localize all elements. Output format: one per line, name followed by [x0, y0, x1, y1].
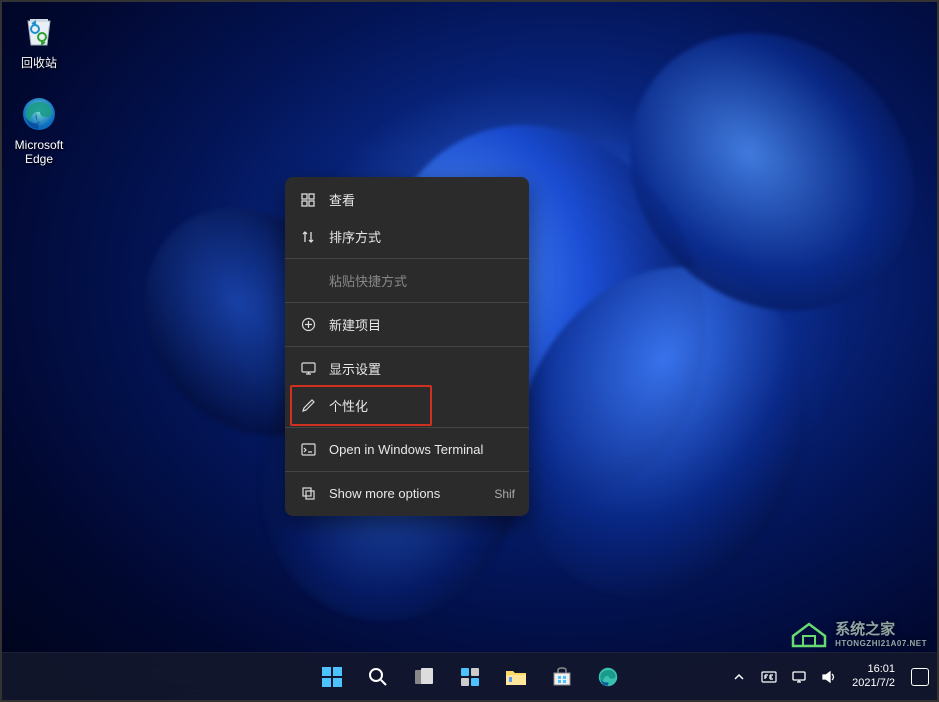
sort-icon [299, 228, 317, 246]
chevron-up-icon [733, 671, 745, 683]
system-tray: 16:01 2021/7/2 [728, 657, 929, 697]
menu-item-label: Open in Windows Terminal [329, 442, 483, 457]
menu-item-label: 显示设置 [329, 359, 381, 378]
menu-separator [285, 427, 529, 428]
menu-item-display-settings[interactable]: 显示设置 [285, 350, 529, 387]
desktop-icon-recycle-bin[interactable]: 回收站 [2, 10, 76, 71]
menu-item-label: 新建项目 [329, 315, 381, 334]
store-icon [551, 666, 573, 688]
menu-item-label: 个性化 [329, 396, 368, 415]
tray-time: 16:01 [867, 663, 895, 676]
datetime-button[interactable]: 16:01 2021/7/2 [848, 663, 899, 689]
network-icon [791, 669, 807, 685]
menu-item-sort[interactable]: 排序方式 [285, 218, 529, 255]
menu-item-more-options[interactable]: Show more options Shif [285, 475, 529, 512]
watermark-text: 系统之家 [835, 618, 927, 639]
windows-logo-icon [321, 666, 343, 688]
menu-separator [285, 471, 529, 472]
search-icon [367, 666, 389, 688]
volume-icon [821, 669, 837, 685]
notifications-button[interactable] [907, 657, 929, 697]
edge-icon [19, 94, 59, 134]
watermark-subtext: HTONGZHI21A07.NET [835, 639, 927, 648]
taskview-button[interactable] [404, 657, 444, 697]
taskview-icon [413, 666, 435, 688]
taskbar: 16:01 2021/7/2 [2, 652, 937, 700]
menu-item-terminal[interactable]: Open in Windows Terminal [285, 431, 529, 468]
search-button[interactable] [358, 657, 398, 697]
menu-separator [285, 258, 529, 259]
menu-item-label: 查看 [329, 190, 355, 209]
ime-icon [761, 669, 777, 685]
widgets-icon [459, 666, 481, 688]
taskbar-center [312, 657, 628, 697]
menu-item-label: 粘贴快捷方式 [329, 271, 407, 290]
menu-item-new[interactable]: 新建项目 [285, 306, 529, 343]
start-button[interactable] [312, 657, 352, 697]
explorer-button[interactable] [496, 657, 536, 697]
grid-icon [299, 191, 317, 209]
store-button[interactable] [542, 657, 582, 697]
blank-icon [299, 272, 317, 290]
menu-item-label: 排序方式 [329, 227, 381, 246]
desktop-context-menu: 查看 排序方式 粘贴快捷方式 新建项目 显示设置 [285, 177, 529, 516]
desktop-icon-label: 回收站 [21, 54, 57, 71]
pencil-icon [299, 397, 317, 415]
ime-button[interactable] [758, 657, 780, 697]
tray-overflow-button[interactable] [728, 657, 750, 697]
widgets-button[interactable] [450, 657, 490, 697]
menu-item-shortcut: Shif [494, 487, 515, 501]
menu-item-label: Show more options [329, 486, 440, 501]
menu-item-paste-shortcut: 粘贴快捷方式 [285, 262, 529, 299]
menu-item-personalize[interactable]: 个性化 [285, 387, 529, 424]
menu-separator [285, 346, 529, 347]
plus-circle-icon [299, 316, 317, 334]
recycle-bin-icon [19, 10, 59, 50]
notifications-icon [911, 668, 929, 686]
menu-separator [285, 302, 529, 303]
edge-taskbar-button[interactable] [588, 657, 628, 697]
tray-date: 2021/7/2 [852, 677, 895, 690]
desktop-icon-label: Microsoft Edge [15, 138, 64, 166]
watermark: 系统之家 HTONGZHI21A07.NET [789, 618, 927, 648]
desktop-icon-edge[interactable]: Microsoft Edge [2, 94, 76, 166]
network-button[interactable] [788, 657, 810, 697]
menu-item-view[interactable]: 查看 [285, 181, 529, 218]
more-icon [299, 485, 317, 503]
watermark-logo-icon [789, 618, 829, 648]
folder-icon [504, 666, 528, 688]
terminal-icon [299, 441, 317, 459]
display-icon [299, 360, 317, 378]
edge-icon [597, 666, 619, 688]
volume-button[interactable] [818, 657, 840, 697]
